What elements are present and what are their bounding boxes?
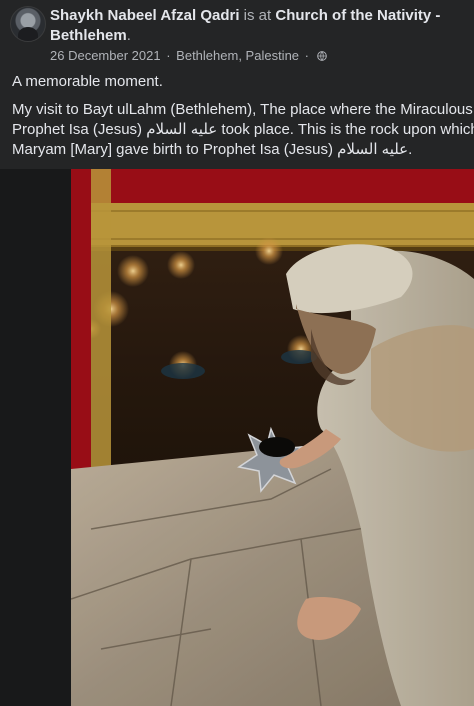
post-text-line1: A memorable moment.	[12, 73, 163, 90]
photo-illustration	[71, 169, 474, 706]
post-title-line: Shaykh Nabeel Afzal Qadri is at Church o…	[50, 6, 470, 46]
post-text-line: Prophet Isa (Jesus) عليه السلام took pla…	[12, 121, 474, 138]
globe-icon[interactable]	[316, 51, 327, 61]
post-date-link[interactable]: 26 December 2021	[50, 48, 161, 63]
meta-separator: ·	[166, 48, 171, 63]
is-at-text: is at	[239, 7, 276, 24]
location-link[interactable]: Bethlehem, Palestine	[176, 48, 299, 63]
post-text-body: My visit to Bayt ulLahm (Bethlehem), The…	[12, 100, 474, 160]
author-name-link[interactable]: Shaykh Nabeel Afzal Qadri	[50, 7, 240, 24]
place-end: .	[126, 27, 131, 44]
photo-container	[0, 169, 474, 706]
post-meta: 26 December 2021 · Bethlehem, Palestine …	[50, 48, 327, 64]
post-text-line: My visit to Bayt ulLahm (Bethlehem), The…	[12, 101, 474, 118]
meta-separator-2: ·	[304, 48, 309, 63]
facebook-post: Shaykh Nabeel Afzal Qadri is at Church o…	[0, 0, 474, 706]
post-text-line: Maryam [Mary] gave birth to Prophet Isa …	[12, 141, 413, 158]
author-avatar[interactable]	[10, 6, 46, 42]
post-header: Shaykh Nabeel Afzal Qadri is at Church o…	[0, 0, 474, 70]
post-photo[interactable]	[71, 169, 474, 706]
